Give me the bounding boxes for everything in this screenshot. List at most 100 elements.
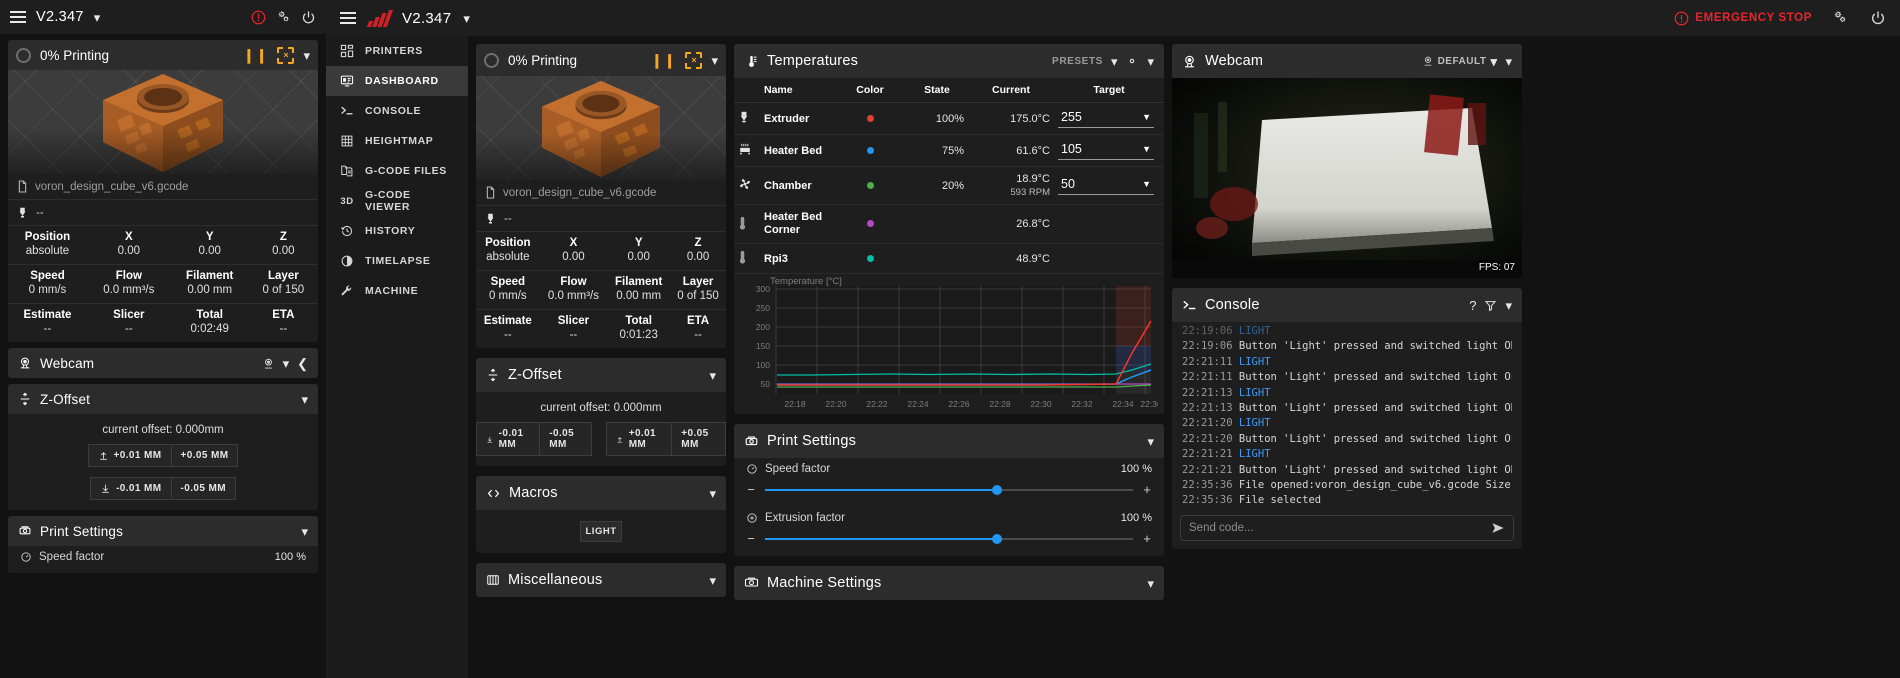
console-collapse-icon[interactable]: ▾ (1505, 299, 1512, 312)
gear-icon[interactable] (1125, 54, 1139, 68)
table-row[interactable]: Chamber 20% 18.9°C 593 RPM 50 ▼ (734, 166, 1164, 205)
print-settings-header[interactable]: Print Settings ▾ (734, 424, 1164, 458)
macros-collapse-icon[interactable]: ▾ (709, 487, 716, 500)
heightmap-icon (340, 134, 354, 148)
narrow-webcam-header[interactable]: Webcam ▾ ❮ (8, 348, 318, 378)
send-icon[interactable] (1491, 521, 1505, 535)
table-row[interactable]: Extruder 100% 175.0°C 255 ▼ (734, 102, 1164, 135)
console-message: LIGHT (1238, 417, 1271, 430)
miscellaneous-header[interactable]: Miscellaneous ▾ (476, 563, 726, 597)
gear-icon[interactable] (276, 10, 291, 25)
target-input-heater-bed[interactable]: 105 ▼ (1058, 141, 1154, 160)
console-title: Console (1205, 297, 1260, 313)
alert-icon[interactable] (251, 10, 266, 25)
collapse-chevron-icon[interactable]: ▾ (303, 49, 310, 62)
webcam-dropdown-chevron-icon[interactable]: ▾ (283, 357, 290, 370)
zoffset-down-001-button[interactable]: -0.01 MM (476, 422, 541, 456)
sidebar-item-machine[interactable]: MACHINE (326, 276, 468, 306)
sidebar-item-timelapse[interactable]: TIMELAPSE (326, 246, 468, 276)
sidebar-item-console[interactable]: CONSOLE (326, 96, 468, 126)
cancel-print-button[interactable]: × (277, 46, 295, 64)
cancel-print-button[interactable]: × (685, 51, 703, 69)
extrusion-increase-button[interactable]: + (1142, 531, 1152, 546)
stat-val: 0.00 (198, 245, 221, 257)
print-settings-collapse-icon[interactable]: ▾ (301, 525, 308, 538)
sidebar-item-history[interactable]: HISTORY (326, 216, 468, 246)
chevron-down-icon[interactable]: ▾ (94, 11, 101, 24)
power-icon[interactable] (1870, 10, 1886, 26)
pause-button[interactable]: ❙❙ (243, 47, 268, 64)
menu-icon[interactable] (340, 12, 356, 24)
console-send-input[interactable]: Send code... (1180, 514, 1514, 541)
zoffset-collapse-icon[interactable]: ▾ (709, 369, 716, 382)
macro-light-button[interactable]: LIGHT (580, 521, 622, 542)
speed-increase-button[interactable]: + (1142, 482, 1152, 497)
zoffset-up-005-button[interactable]: +0.05 MM (171, 444, 239, 467)
gear-icon[interactable] (1832, 10, 1848, 26)
chevron-down-icon[interactable]: ▼ (1142, 179, 1151, 189)
table-row[interactable]: Heater Bed Corner 26.8°C (734, 204, 1164, 244)
sidebar-item-gcode-viewer[interactable]: 3D G-CODE VIEWER (326, 186, 468, 216)
stat-key: Position (24, 231, 71, 243)
sidebar-item-dashboard[interactable]: DASHBOARD (326, 66, 468, 96)
speed-decrease-button[interactable]: − (746, 482, 756, 497)
emergency-stop-button[interactable]: EMERGENCY STOP (1674, 11, 1812, 26)
machine-settings-collapse-icon[interactable]: ▾ (1147, 577, 1154, 590)
webcam-source-select[interactable]: DEFAULT ▾ (1422, 55, 1498, 68)
sensor-state: 100% (906, 102, 968, 135)
chevron-down-icon[interactable]: ▼ (1142, 112, 1151, 122)
table-row[interactable]: Rpi3 48.9°C (734, 243, 1164, 274)
narrow-print-settings-header[interactable]: Print Settings ▾ (8, 516, 318, 546)
help-icon[interactable]: ? (1469, 299, 1476, 312)
speed-factor-value: 100 % (1120, 463, 1152, 475)
sidebar-item-gcode-files[interactable]: G-CODE FILES (326, 156, 468, 186)
filter-icon[interactable] (1484, 299, 1497, 312)
print-settings-collapse-icon[interactable]: ▾ (1147, 435, 1154, 448)
machine-settings-header[interactable]: Machine Settings ▾ (734, 566, 1164, 600)
table-row[interactable]: Heater Bed 75% 61.6°C 105 ▼ (734, 134, 1164, 167)
power-icon[interactable] (301, 10, 316, 25)
webcam-collapse-icon[interactable]: ▾ (1505, 55, 1512, 68)
menu-icon[interactable] (10, 11, 26, 23)
zoffset-up-001-button[interactable]: +0.01 MM (606, 422, 673, 456)
miscellaneous-collapse-icon[interactable]: ▾ (709, 574, 716, 587)
pause-button[interactable]: ❙❙ (651, 52, 676, 69)
zoffset-header[interactable]: Z-Offset ▾ (476, 358, 726, 392)
presets-chevron-icon[interactable]: ▾ (1111, 55, 1118, 68)
stats-row: Estimate -- Slicer -- Total 0:02:49 ETA -- (8, 303, 318, 342)
target-value: 255 (1061, 110, 1082, 124)
presets-button[interactable]: PRESETS (1052, 56, 1103, 67)
tool-value: -- (504, 212, 512, 225)
zoffset-down-005-button[interactable]: -0.05 MM (540, 422, 592, 456)
extrusion-factor-slider[interactable] (765, 533, 1133, 544)
webcam-collapse-icon[interactable]: ❮ (297, 357, 308, 370)
extrusion-decrease-button[interactable]: − (746, 531, 756, 546)
sidebar-item-printers[interactable]: PRINTERS (326, 36, 468, 66)
webcam-select-icon[interactable] (262, 357, 275, 370)
zoffset-collapse-icon[interactable]: ▾ (301, 393, 308, 406)
stat-key: Flow (115, 270, 142, 282)
zoffset-down-001-button[interactable]: -0.01 MM (90, 477, 172, 500)
sidebar-label: DASHBOARD (365, 75, 439, 87)
console-log[interactable]: 22:19:06 LIGHT 22:19:06 Button 'Light' p… (1172, 322, 1522, 509)
status-collapse-icon[interactable]: ▾ (711, 54, 718, 67)
target-input-extruder[interactable]: 255 ▼ (1058, 109, 1154, 128)
chevron-down-icon[interactable]: ▾ (1490, 55, 1497, 68)
stat-key: X (569, 237, 578, 249)
target-input-chamber[interactable]: 50 ▼ (1058, 176, 1154, 195)
sidebar-item-heightmap[interactable]: HEIGHTMAP (326, 126, 468, 156)
stat-val: -- (124, 323, 133, 335)
temperatures-title: Temperatures (767, 53, 859, 69)
narrow-zoffset-header[interactable]: Z-Offset ▾ (8, 384, 318, 414)
console-message: LIGHT (1238, 325, 1271, 337)
stat-val: 0.00 mm (187, 284, 233, 296)
macros-header[interactable]: Macros ▾ (476, 476, 726, 510)
console-header: Console ? ▾ (1172, 288, 1522, 322)
zoffset-up-001-button[interactable]: +0.01 MM (87, 444, 172, 467)
temperatures-collapse-icon[interactable]: ▾ (1147, 55, 1154, 68)
chevron-down-icon[interactable]: ▼ (1142, 144, 1151, 154)
zoffset-up-005-button[interactable]: +0.05 MM (672, 422, 726, 456)
speed-factor-slider[interactable] (765, 484, 1133, 495)
zoffset-down-005-button[interactable]: -0.05 MM (171, 477, 236, 500)
printer-select-chevron-icon[interactable]: ▾ (463, 12, 470, 25)
